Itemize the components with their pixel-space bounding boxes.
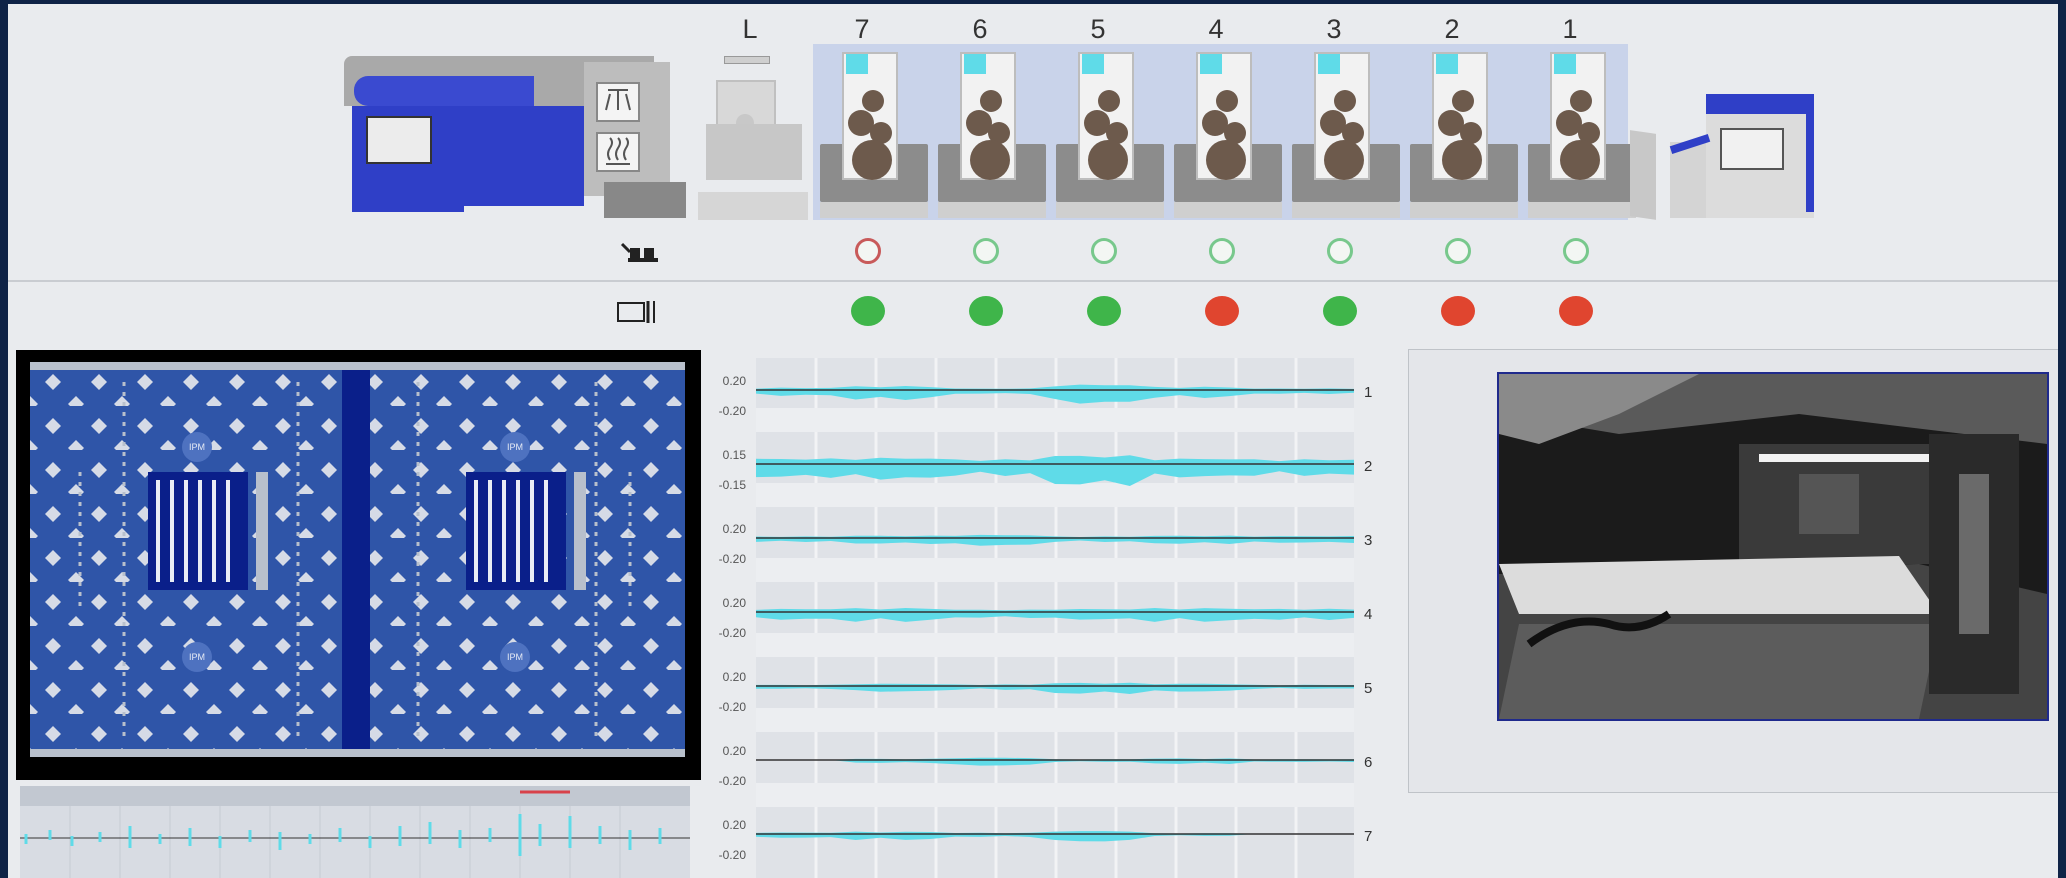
ink-indicator (1436, 54, 1458, 74)
trend-band-1 (756, 384, 1354, 404)
print-unit-4[interactable] (1174, 52, 1282, 218)
profile-strip[interactable] (20, 786, 690, 878)
ink-indicator (1554, 54, 1576, 74)
sheet-logo: IPM (500, 432, 530, 462)
status-light-2[interactable] (1441, 296, 1475, 326)
row-2-upper-label: 0.15 (722, 448, 746, 462)
row-3-lower-label: -0.20 (718, 552, 746, 566)
dryer-heat-icon[interactable] (596, 132, 640, 172)
status-light-7[interactable] (851, 296, 885, 326)
trend-row-4-label: 4 (1364, 606, 1373, 623)
status-light-4[interactable] (1205, 296, 1239, 326)
register-indicator-5[interactable] (1091, 238, 1117, 264)
sheet-preview-panel[interactable]: IPM IPM IPM IPM (16, 350, 701, 780)
register-marks-icon (620, 240, 662, 264)
status-light-1[interactable] (1559, 296, 1593, 326)
unit-6-label: 6 (972, 14, 988, 44)
ink-indicator (964, 54, 986, 74)
camera-feed[interactable] (1497, 372, 2049, 721)
trend-row-6-label: 6 (1364, 754, 1373, 771)
register-indicator-4[interactable] (1209, 238, 1235, 264)
print-unit-3[interactable] (1292, 52, 1400, 218)
trend-band-5 (756, 682, 1354, 694)
print-unit-1[interactable] (1528, 52, 1636, 218)
row-4-lower-label: -0.20 (718, 626, 746, 640)
unit-3-label: 3 (1326, 14, 1342, 44)
unit-5-label: 5 (1090, 14, 1106, 44)
register-trend-panel[interactable] (756, 358, 1354, 878)
row-2-lower-label: -0.15 (718, 478, 746, 492)
feeder-unit[interactable] (344, 56, 686, 220)
row-3-upper-label: 0.20 (722, 522, 746, 536)
row-6-lower-label: -0.20 (718, 774, 746, 788)
trend-row-3-label: 3 (1364, 532, 1373, 549)
sheet-logo: IPM (182, 432, 212, 462)
trend-row-5-label: 5 (1364, 680, 1373, 697)
register-indicator-7[interactable] (855, 238, 881, 264)
coater-indicator (724, 56, 770, 64)
register-indicator-1[interactable] (1563, 238, 1589, 264)
trend-row-2-label: 2 (1364, 458, 1373, 475)
register-indicator-2[interactable] (1445, 238, 1471, 264)
trend-band-2 (756, 455, 1354, 486)
print-unit-7[interactable] (820, 52, 928, 218)
ink-indicator (846, 54, 868, 74)
sheet-logo: IPM (182, 642, 212, 672)
unit-7-label: 7 (854, 14, 870, 44)
unit-1-label: 1 (1562, 14, 1578, 44)
row-1-lower-label: -0.20 (718, 404, 746, 418)
sheet-preview-image: IPM IPM IPM IPM (30, 362, 685, 757)
unit-4-label: 4 (1208, 14, 1224, 44)
status-light-6[interactable] (969, 296, 1003, 326)
print-unit-5[interactable] (1056, 52, 1164, 218)
ink-indicator (1082, 54, 1104, 74)
unit-L[interactable]: L (698, 14, 808, 220)
ink-indicator (1318, 54, 1340, 74)
row-6-upper-label: 0.20 (722, 744, 746, 758)
trend-row-1-label: 1 (1364, 384, 1373, 401)
row-divider (8, 280, 2058, 282)
sheet-logo: IPM (500, 642, 530, 672)
row-4-upper-label: 0.20 (722, 596, 746, 610)
register-indicator-3[interactable] (1327, 238, 1353, 264)
sheet-edge-icon (616, 298, 660, 326)
row-1-upper-label: 0.20 (722, 374, 746, 388)
trend-band-4 (756, 608, 1354, 622)
trend-band-3 (756, 534, 1354, 546)
air-blast-icon[interactable] (596, 82, 640, 122)
print-unit-2[interactable] (1410, 52, 1518, 218)
camera-panel[interactable] (1408, 349, 2058, 793)
status-light-3[interactable] (1323, 296, 1357, 326)
print-unit-6[interactable] (938, 52, 1046, 218)
row-5-lower-label: -0.20 (718, 700, 746, 714)
unit-L-label: L (742, 14, 758, 44)
status-light-5[interactable] (1087, 296, 1121, 326)
delivery-unit[interactable] (1630, 88, 1820, 220)
trend-band-6 (756, 757, 1354, 766)
unit-2-label: 2 (1444, 14, 1460, 44)
register-indicator-6[interactable] (973, 238, 999, 264)
trend-row-7-label: 7 (1364, 828, 1373, 845)
row-5-upper-label: 0.20 (722, 670, 746, 684)
row-7-lower-label: -0.20 (718, 848, 746, 862)
ink-indicator (1200, 54, 1222, 74)
trend-band-7 (756, 831, 1354, 842)
press-console-screen: L 7 6 5 4 3 2 1 IPM IPM IPM IPM 0.20 -0.… (8, 4, 2058, 878)
row-7-upper-label: 0.20 (722, 818, 746, 832)
